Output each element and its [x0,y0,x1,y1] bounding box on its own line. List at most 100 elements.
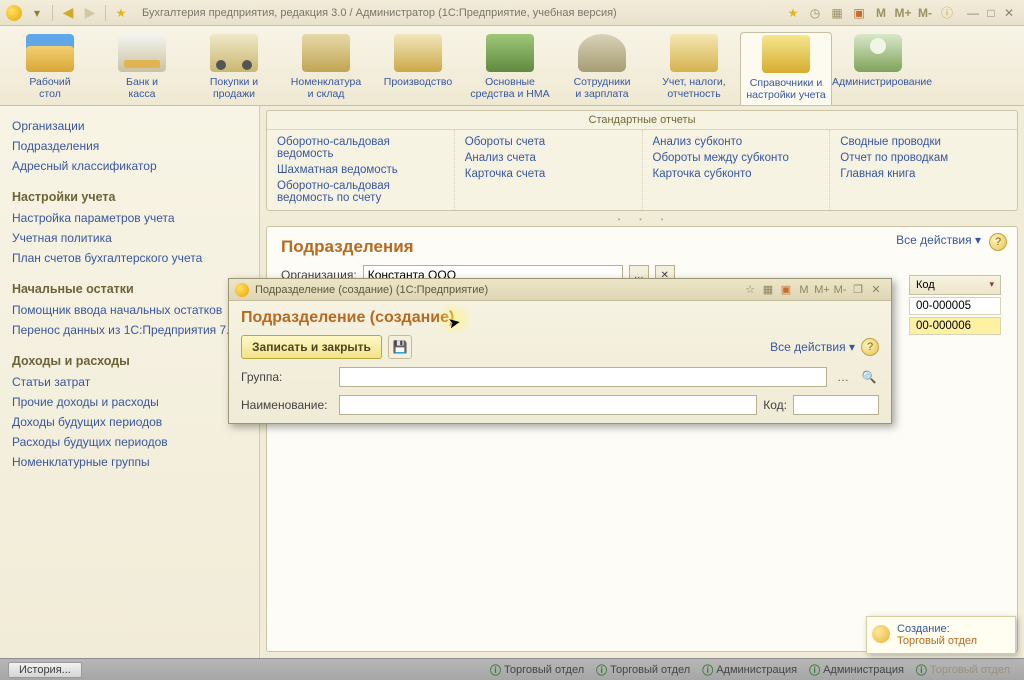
expand-dots[interactable]: • • • [260,215,1024,224]
dropdown-icon[interactable]: ▾ [28,4,46,22]
report-link[interactable]: Обороты между субконто [653,150,820,166]
sidebar-link[interactable]: Перенос данных из 1С:Предприятия 7.7 [12,320,253,340]
report-link[interactable]: Анализ субконто [653,134,820,150]
statusbar-item[interactable]: ⓘАдминистрация [696,662,803,678]
notification-tooltip: Создание: Торговый отдел [866,616,1016,654]
star-icon[interactable]: ★ [112,4,130,22]
group-input[interactable] [339,367,827,387]
group-label: Группа: [241,370,333,384]
minimize-icon[interactable]: — [964,5,982,21]
report-link[interactable]: Главная книга [840,166,1007,182]
save-close-button[interactable]: Записать и закрыть [241,335,382,359]
statusbar-item[interactable]: ⓘАдминистрация [803,662,910,678]
history-icon[interactable]: ◷ [806,4,824,22]
info-icon[interactable]: ⓘ [938,4,956,22]
report-link[interactable]: Отчет по проводкам [840,150,1007,166]
history-button[interactable]: История... [8,662,82,678]
section-tab-9[interactable]: Администрирование [832,32,924,105]
section-tab-0[interactable]: Рабочий стол [4,32,96,105]
report-link[interactable]: Оборотно-сальдовая ведомость [277,134,444,162]
sidebar-link[interactable]: Прочие доходы и расходы [12,392,253,412]
modal-close-icon[interactable]: ✕ [867,282,885,298]
modal-mp-icon[interactable]: M+ [813,282,831,298]
sidebar-link[interactable]: Учетная политика [12,228,253,248]
report-link[interactable]: Шахматная ведомость [277,162,444,178]
section-tab-4[interactable]: Производство [372,32,464,105]
statusbar-item[interactable]: ⓘТорговый отдел [910,662,1016,678]
section-tab-3[interactable]: Номенклатура и склад [280,32,372,105]
modal-cal-icon[interactable]: ▣ [777,282,795,298]
section-label: Администрирование [832,76,924,88]
help-icon[interactable]: ? [989,233,1007,251]
section-tab-7[interactable]: Учет, налоги, отчетность [648,32,740,105]
calendar-icon[interactable]: ▣ [850,4,868,22]
sidebar-link[interactable]: Организации [12,116,253,136]
sidebar-link[interactable]: Настройка параметров учета [12,208,253,228]
statusbar-item[interactable]: ⓘТорговый отдел [484,662,590,678]
nav-fwd-icon[interactable]: ▶ [81,4,99,22]
name-label: Наименование: [241,398,333,412]
sidebar-link[interactable]: Подразделения [12,136,253,156]
sidebar-link[interactable]: Доходы будущих периодов [12,412,253,432]
modal-mm-icon[interactable]: M- [831,282,849,298]
report-link[interactable]: Анализ счета [465,150,632,166]
section-tab-6[interactable]: Сотрудники и зарплата [556,32,648,105]
sidebar-link[interactable]: Адресный классификатор [12,156,253,176]
report-link[interactable]: Сводные проводки [840,134,1007,150]
side-h-income: Доходы и расходы [12,354,253,368]
modal-m-icon[interactable]: M [795,282,813,298]
section-tab-2[interactable]: Покупки и продажи [188,32,280,105]
sidebar-link[interactable]: Номенклатурные группы [12,452,253,472]
report-link[interactable]: Обороты счета [465,134,632,150]
sidebar-link[interactable]: Помощник ввода начальных остатков [12,300,253,320]
favorites-icon[interactable]: ★ [784,4,802,22]
code-input[interactable] [793,395,879,415]
sidebar-link[interactable]: Расходы будущих периодов [12,432,253,452]
row-000006[interactable]: 00-000006 [909,317,1001,335]
nav-back-icon[interactable]: ◀ [59,4,77,22]
section-label: Производство [372,76,464,88]
modal-window-title: Подразделение (создание) (1С:Предприятие… [255,284,488,296]
m-icon[interactable]: M [872,4,890,22]
tooltip-link[interactable]: Торговый отдел [897,635,1007,647]
row-000005[interactable]: 00-000005 [909,297,1001,315]
tooltip-title: Создание: [897,623,1007,635]
section-icon [578,34,626,72]
modal-all-actions[interactable]: Все действия ▾ [770,340,855,354]
maximize-icon[interactable]: □ [982,5,1000,21]
modal-app-icon [235,283,249,297]
save-icon[interactable]: 💾 [388,335,412,359]
modal-fav-icon[interactable]: ☆ [741,282,759,298]
statusbar: История... ⓘТорговый отделⓘТорговый отде… [0,658,1024,680]
modal-calc-icon[interactable]: ▦ [759,282,777,298]
section-tab-1[interactable]: Банк и касса [96,32,188,105]
name-input[interactable] [339,395,757,415]
section-label: Покупки и продажи [188,76,280,100]
list-grid[interactable]: Код▾ 00-000005 00-000006 [907,273,1003,337]
cursor-icon: ➤ [448,314,462,332]
info-glyph-icon: ⓘ [596,662,607,678]
modal-help-icon[interactable]: ? [861,338,879,356]
modal-restore-icon[interactable]: ❐ [849,282,867,298]
m-plus-icon[interactable]: M+ [894,4,912,22]
group-pick-icon[interactable]: … [833,367,853,387]
section-tab-8[interactable]: Справочники и настройки учета [740,32,832,105]
section-tab-5[interactable]: Основные средства и НМА [464,32,556,105]
report-link[interactable]: Карточка счета [465,166,632,182]
all-actions-link[interactable]: Все действия ▾ [896,233,981,247]
sidebar-link[interactable]: План счетов бухгалтерского учета [12,248,253,268]
statusbar-item[interactable]: ⓘТорговый отдел [590,662,696,678]
close-icon[interactable]: ✕ [1000,5,1018,21]
sidebar-link[interactable]: Статьи затрат [12,372,253,392]
app-icon [6,5,22,21]
section-icon [762,35,810,73]
reports-panel: Стандартные отчеты Оборотно-сальдовая ве… [266,110,1018,211]
m-minus-icon[interactable]: M- [916,4,934,22]
titlebar: ▾ ◀ ▶ ★ Бухгалтерия предприятия, редакци… [0,0,1024,26]
page-title: Подразделения [281,237,1003,257]
reports-header: Стандартные отчеты [267,111,1017,130]
calc-icon[interactable]: ▦ [828,4,846,22]
report-link[interactable]: Оборотно-сальдовая ведомость по счету [277,178,444,206]
group-search-icon[interactable]: 🔍 [859,367,879,387]
report-link[interactable]: Карточка субконто [653,166,820,182]
